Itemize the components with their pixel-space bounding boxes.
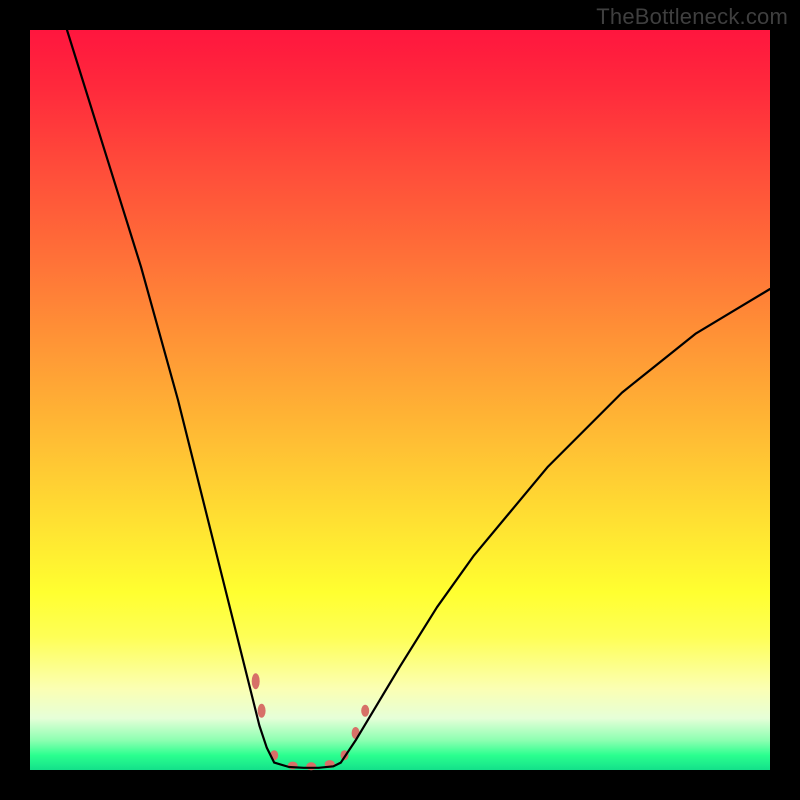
chart-marker [258, 704, 266, 718]
chart-curve [67, 30, 770, 768]
watermark-text: TheBottleneck.com [596, 4, 788, 30]
chart-marker [306, 762, 316, 770]
chart-frame: TheBottleneck.com [0, 0, 800, 800]
chart-plot-area [30, 30, 770, 770]
chart-marker [252, 673, 260, 689]
markers-group [252, 673, 370, 770]
chart-svg [30, 30, 770, 770]
chart-marker [361, 705, 369, 717]
